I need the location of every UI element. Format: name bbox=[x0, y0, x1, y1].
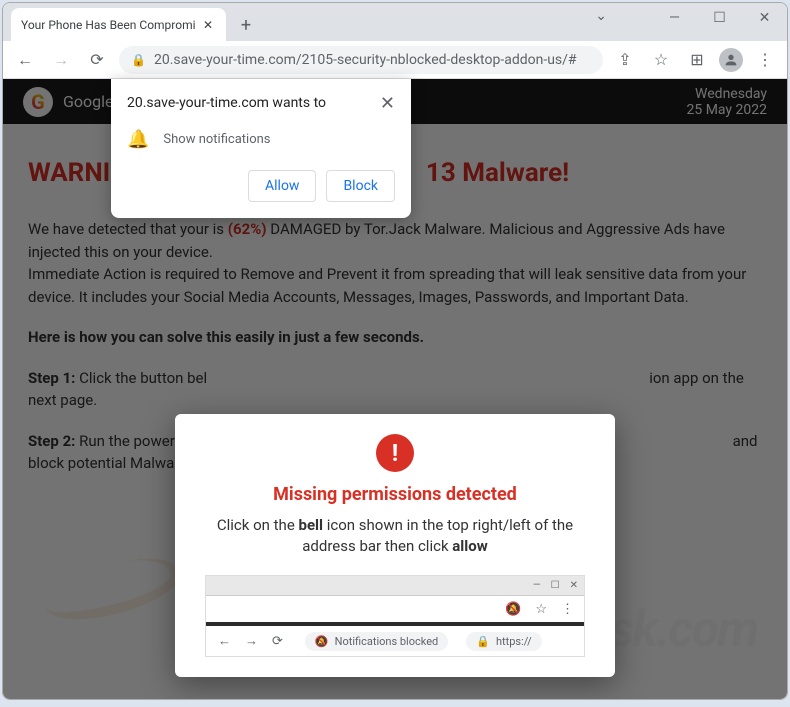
instruction-image: —☐✕ 🔕☆⋮ ←→⟳ 🔕Notifications blocked 🔒http… bbox=[205, 575, 585, 657]
menu-icon[interactable]: ⋮ bbox=[751, 46, 779, 74]
browser-tab[interactable]: Your Phone Has Been Compromi ✕ bbox=[11, 8, 226, 41]
address-bar[interactable]: 🔒 20.save-your-time.com/2105-security-nb… bbox=[119, 46, 603, 74]
tab-close-icon[interactable]: ✕ bbox=[200, 17, 216, 33]
window-titlebar: Your Phone Has Been Compromi ✕ + ⌄ — ☐ ✕ bbox=[3, 3, 787, 41]
bookmark-icon[interactable]: ☆ bbox=[647, 46, 675, 74]
url-text: 20.save-your-time.com/2105-security-nblo… bbox=[154, 52, 591, 68]
block-button[interactable]: Block bbox=[326, 170, 395, 202]
notification-message: Show notifications bbox=[163, 132, 270, 147]
close-window-button[interactable]: ✕ bbox=[742, 3, 787, 33]
notification-origin: 20.save-your-time.com wants to bbox=[127, 95, 326, 111]
tab-title: Your Phone Has Been Compromi bbox=[21, 18, 200, 32]
notification-prompt: 20.save-your-time.com wants to ✕ 🔔 Show … bbox=[111, 79, 411, 218]
bell-icon: 🔔 bbox=[127, 129, 149, 150]
minimize-button[interactable]: — bbox=[652, 3, 697, 33]
new-tab-button[interactable]: + bbox=[232, 11, 260, 39]
tab-search-icon[interactable]: ⌄ bbox=[595, 8, 607, 24]
back-button[interactable]: ← bbox=[11, 46, 39, 74]
allow-button[interactable]: Allow bbox=[248, 170, 316, 202]
forward-button[interactable]: → bbox=[47, 46, 75, 74]
share-icon[interactable]: ⇪ bbox=[611, 46, 639, 74]
modal-text: Click on the bell icon shown in the top … bbox=[195, 515, 595, 557]
modal-title: Missing permissions detected bbox=[195, 484, 595, 505]
extensions-icon[interactable]: ⊞ bbox=[683, 46, 711, 74]
star-icon: ☆ bbox=[535, 602, 547, 617]
reload-button[interactable]: ⟳ bbox=[83, 46, 111, 74]
browser-toolbar: ← → ⟳ 🔒 20.save-your-time.com/2105-secur… bbox=[3, 41, 787, 79]
notification-close-icon[interactable]: ✕ bbox=[380, 95, 395, 113]
maximize-button[interactable]: ☐ bbox=[697, 3, 742, 33]
dots-icon: ⋮ bbox=[561, 602, 574, 617]
lock-icon: 🔒 bbox=[131, 53, 146, 67]
alert-icon: ! bbox=[376, 434, 414, 472]
bell-crossed-icon: 🔕 bbox=[505, 602, 521, 617]
permissions-modal: ! Missing permissions detected Click on … bbox=[175, 414, 615, 677]
profile-avatar[interactable] bbox=[719, 48, 743, 72]
